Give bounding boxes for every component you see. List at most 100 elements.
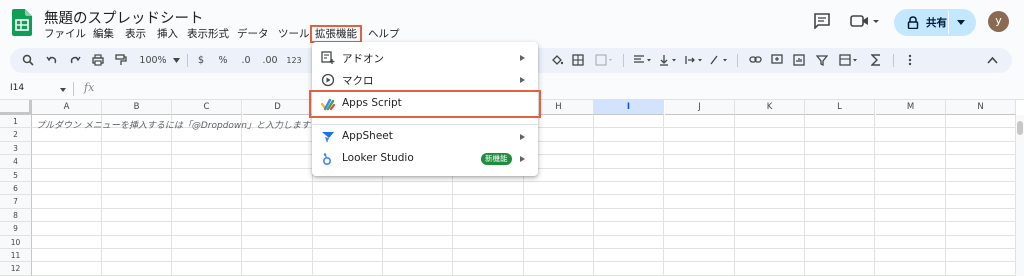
currency-format-button[interactable]: $	[195, 52, 207, 69]
column-header-n[interactable]: N	[946, 100, 1016, 115]
chevron-down-icon[interactable]	[60, 88, 66, 92]
fx-icon: fx	[84, 81, 95, 94]
row-header-6[interactable]: 6	[0, 182, 32, 196]
print-icon[interactable]	[90, 52, 106, 69]
menu-item-addons[interactable]: アドオン	[312, 47, 538, 69]
column-header-a[interactable]: A	[32, 100, 102, 115]
more-vert-icon[interactable]	[903, 52, 917, 69]
grid-row-line	[32, 248, 1016, 249]
row-header-12[interactable]: 12	[0, 262, 32, 276]
row-header-1[interactable]: 1	[0, 115, 32, 129]
grid-column-line	[874, 115, 875, 276]
row-header-9[interactable]: 9	[0, 222, 32, 236]
vertical-scrollbar[interactable]	[1016, 115, 1024, 276]
filter-views-icon[interactable]	[837, 52, 861, 69]
menu-item-label: アドオン	[342, 53, 384, 65]
column-header-i[interactable]: I	[594, 100, 664, 115]
menu-item-macros[interactable]: マクロ	[312, 69, 538, 91]
insert-comment-icon[interactable]	[770, 52, 784, 69]
column-header-c[interactable]: C	[172, 100, 242, 115]
horizontal-align-icon[interactable]	[631, 52, 655, 69]
undo-icon[interactable]	[44, 52, 60, 69]
row-header-4[interactable]: 4	[0, 155, 32, 169]
grid-row-line	[32, 207, 1016, 209]
avatar[interactable]: y	[988, 11, 1009, 32]
zoom-select[interactable]: 100%	[136, 52, 170, 69]
video-call-icon[interactable]	[848, 13, 880, 29]
toolbar-divider	[893, 54, 894, 67]
chevron-down-icon[interactable]	[172, 52, 180, 69]
share-button[interactable]: 共有	[894, 9, 976, 36]
paint-format-icon[interactable]	[113, 52, 129, 69]
menu-help[interactable]: ヘルプ	[368, 27, 400, 42]
borders-icon[interactable]	[571, 52, 585, 69]
cell-a1-hint: プルダウン メニューを挿入するには「@Dropdown」と入力します	[36, 121, 310, 131]
share-divider	[948, 11, 949, 34]
appsheet-icon	[322, 132, 334, 143]
grid-row-line	[32, 261, 1016, 263]
select-all-corner[interactable]	[0, 100, 32, 115]
menu-item-label: Looker Studio	[342, 152, 414, 164]
comment-icon[interactable]	[813, 13, 831, 29]
functions-icon[interactable]	[869, 52, 883, 69]
menu-edit[interactable]: 編集	[93, 27, 114, 42]
row-header-7[interactable]: 7	[0, 195, 32, 209]
filter-icon[interactable]	[815, 52, 829, 69]
grid-column-line	[945, 115, 946, 276]
percent-format-button[interactable]: %	[216, 52, 230, 69]
menu-item-label: AppSheet	[342, 130, 393, 142]
column-header-m[interactable]: M	[876, 100, 946, 115]
spreadsheet-app: 無題のスプレッドシート ファイル 編集 表示 挿入 表示形式 データ ツール 拡…	[0, 0, 1024, 276]
extensions-dropdown: アドオン マクロ Apps Script AppSheet Looker Stu…	[309, 42, 541, 176]
row-header-5[interactable]: 5	[0, 168, 32, 182]
fill-color-icon[interactable]	[550, 52, 564, 69]
redo-icon[interactable]	[67, 52, 83, 69]
column-header-l[interactable]: L	[805, 100, 875, 115]
sheets-logo-icon[interactable]	[12, 9, 32, 36]
column-header-b[interactable]: B	[102, 100, 172, 115]
row-header-8[interactable]: 8	[0, 208, 32, 223]
grid-column-line	[101, 115, 102, 276]
toolbar-divider	[737, 54, 738, 67]
menu-item-looker-studio[interactable]: Looker Studio 新機能	[312, 148, 538, 170]
search-icon[interactable]	[20, 52, 36, 69]
column-header-d[interactable]: D	[243, 100, 313, 115]
menu-view[interactable]: 表示	[125, 27, 146, 42]
merge-cells-icon[interactable]	[593, 52, 617, 69]
grid-column-line	[171, 115, 172, 276]
menu-format[interactable]: 表示形式	[187, 27, 229, 42]
row-header-2[interactable]: 2	[0, 128, 32, 142]
menu-tools[interactable]: ツール	[278, 27, 310, 42]
grid-column-line	[734, 115, 735, 276]
name-box[interactable]: I14	[10, 83, 24, 93]
grid-column-line	[663, 115, 664, 276]
chevron-up-icon[interactable]	[985, 52, 999, 69]
menu-item-label: マクロ	[342, 75, 374, 87]
document-title[interactable]: 無題のスプレッドシート	[44, 7, 204, 28]
lock-icon	[907, 16, 919, 29]
more-formats-button[interactable]: 123	[284, 52, 304, 69]
increase-decimal-button[interactable]: .00	[260, 52, 280, 69]
macro-play-icon	[321, 73, 335, 87]
vertical-align-icon[interactable]	[656, 52, 680, 69]
menu-file[interactable]: ファイル	[44, 27, 86, 42]
menu-extensions[interactable]: 拡張機能	[310, 25, 362, 43]
column-header-k[interactable]: K	[735, 100, 805, 115]
row-header-3[interactable]: 3	[0, 141, 32, 156]
menu-separator	[312, 124, 538, 125]
grid-column-line	[804, 115, 805, 276]
menu-insert[interactable]: 挿入	[157, 27, 178, 42]
insert-chart-icon[interactable]	[792, 52, 806, 69]
text-rotation-icon[interactable]	[707, 52, 731, 69]
menu-item-appsheet[interactable]: AppSheet	[312, 126, 538, 148]
column-header-j[interactable]: J	[665, 100, 735, 115]
scrollbar-thumb[interactable]	[1017, 121, 1023, 135]
decrease-decimal-button[interactable]: .0	[238, 52, 254, 69]
chevron-down-icon[interactable]	[957, 20, 965, 25]
row-header-11[interactable]: 11	[0, 249, 32, 263]
link-icon[interactable]	[748, 52, 762, 69]
menu-data[interactable]: データ	[237, 27, 269, 42]
text-wrap-icon[interactable]	[682, 52, 706, 69]
grid-row-line	[32, 234, 1016, 236]
row-header-10[interactable]: 10	[0, 235, 32, 249]
